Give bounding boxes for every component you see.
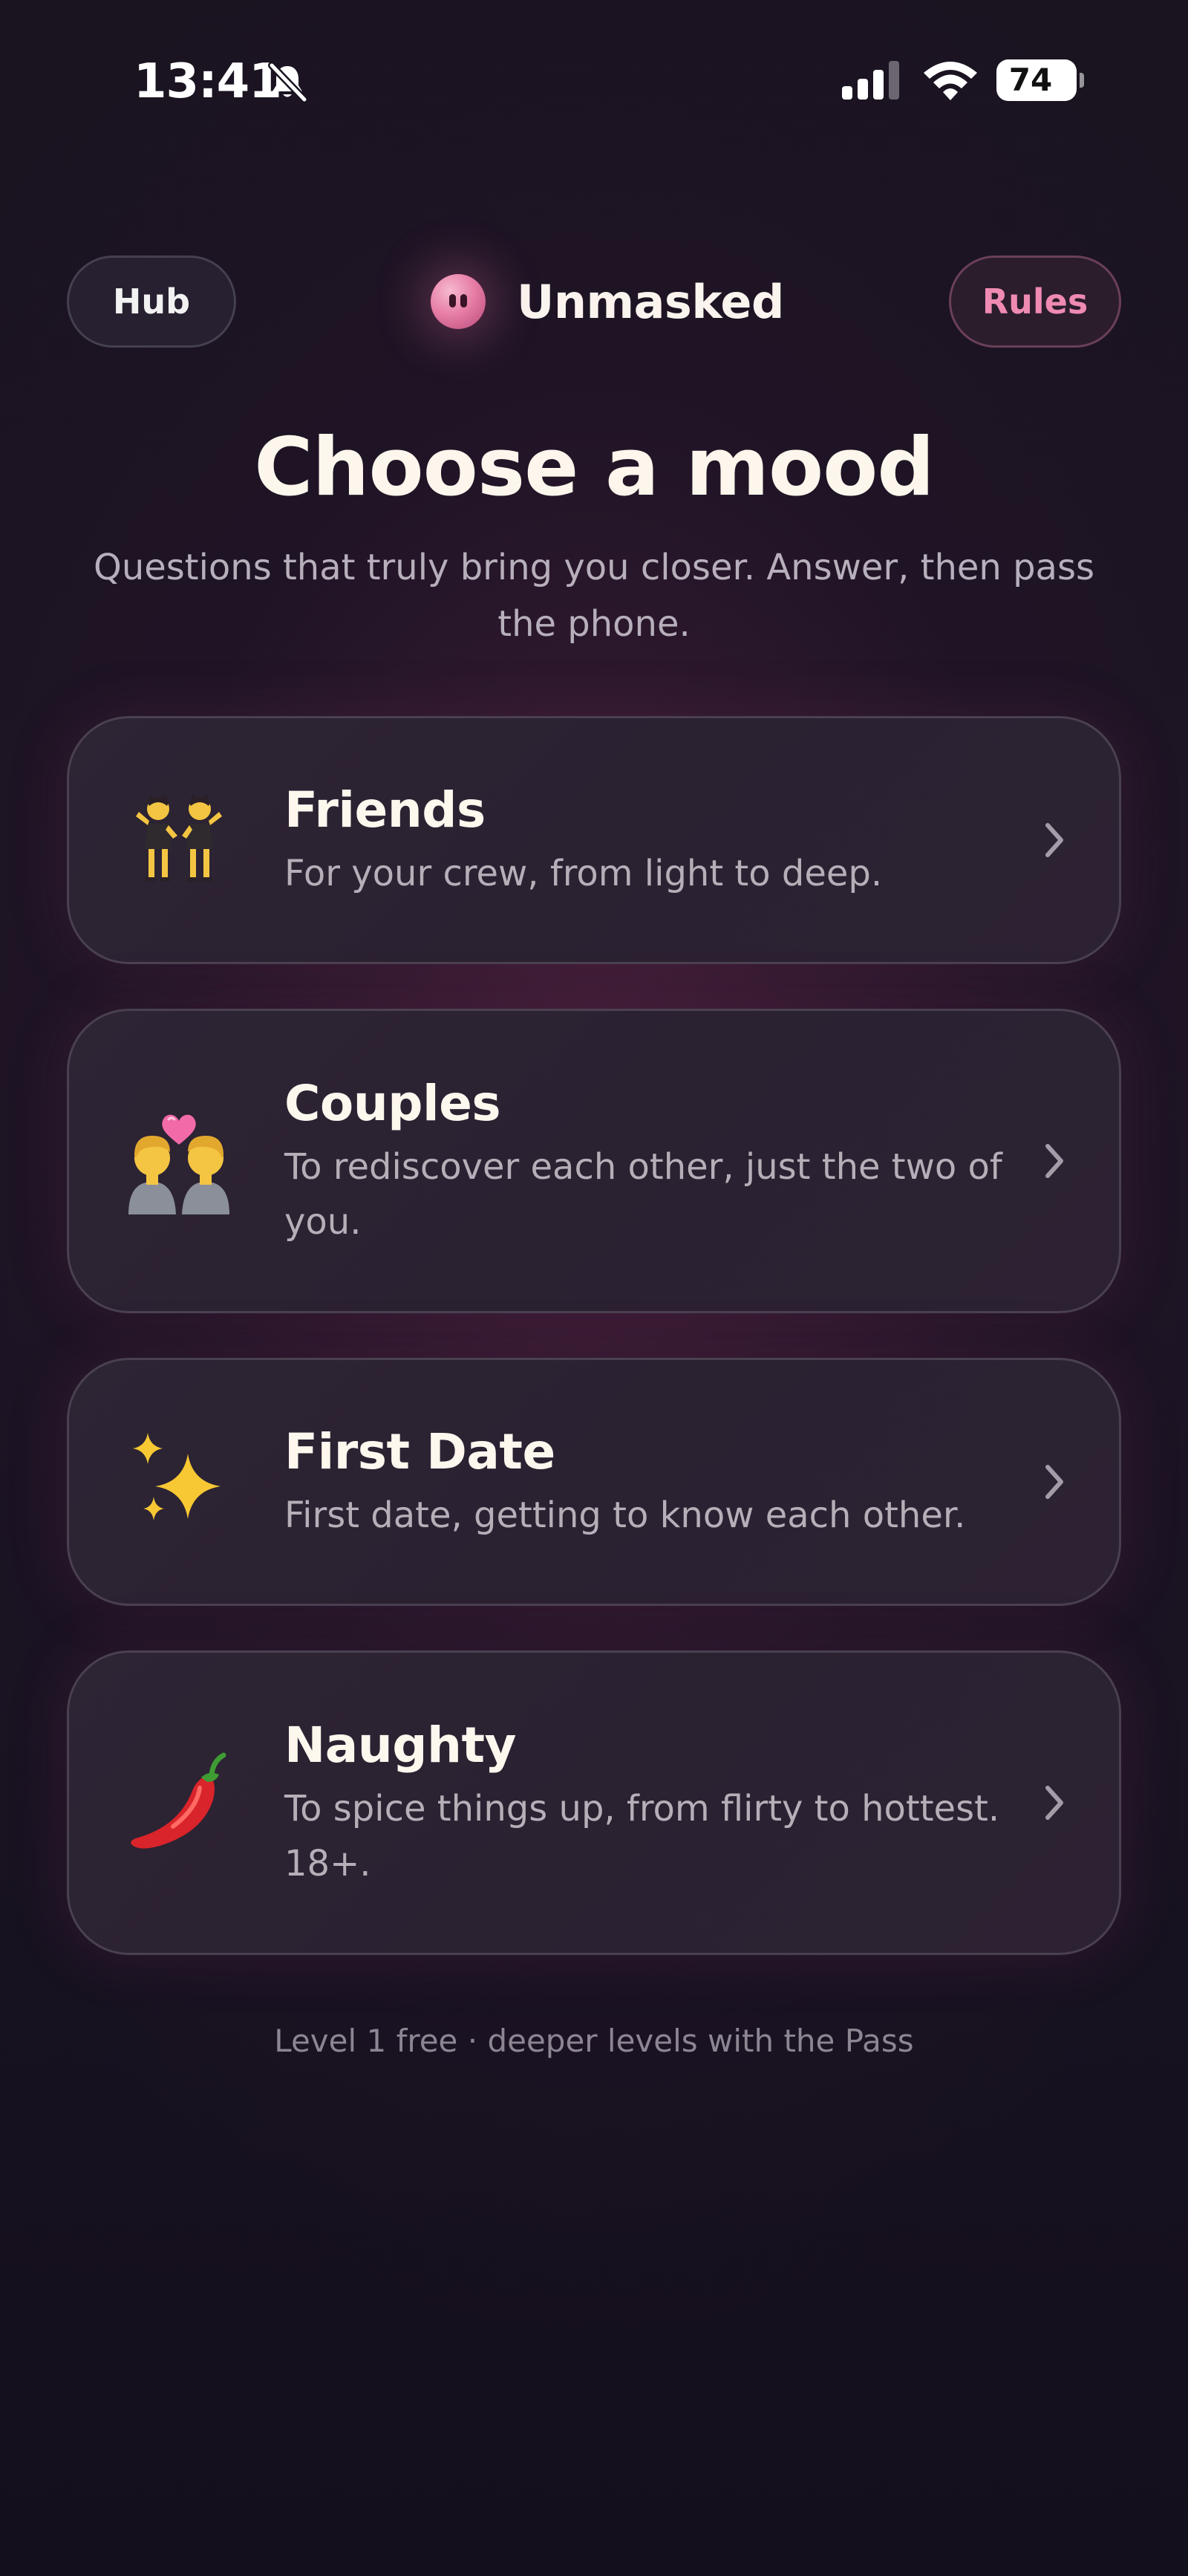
rules-button[interactable]: Rules: [949, 256, 1121, 348]
brand: Unmasked: [431, 267, 784, 336]
chevron-right-icon: [1045, 1786, 1063, 1820]
battery-level: 74: [1008, 62, 1053, 98]
mood-description: To rediscover each other, just the two o…: [284, 1146, 1002, 1243]
brand-logo-icon: [431, 274, 486, 329]
mood-description: For your crew, from light to deep.: [284, 853, 883, 894]
chevron-right-icon: [1045, 1144, 1063, 1178]
page-title: Choose a mood: [254, 421, 934, 514]
mood-card-friends[interactable]: Friends For your crew, from light to dee…: [67, 716, 1121, 964]
mood-description: To spice things up, from flirty to hotte…: [284, 1788, 1000, 1884]
wifi-icon: [924, 62, 977, 100]
bell-slash-icon: [268, 62, 308, 103]
chili-pepper-icon: [131, 1752, 226, 1849]
page-subtitle: Questions that truly bring you closer. A…: [94, 547, 1094, 645]
chevron-right-icon: [1045, 823, 1063, 857]
mood-title: Friends: [284, 781, 486, 839]
cellular-signal-icon: [842, 61, 899, 100]
couple-with-heart-icon: [128, 1114, 229, 1214]
mood-description: First date, getting to know each other.: [284, 1494, 966, 1536]
mood-card-naughty[interactable]: Naughty To spice things up, from flirty …: [67, 1650, 1121, 1955]
mood-card-couples[interactable]: Couples To rediscover each other, just t…: [67, 1009, 1121, 1313]
mood-title: First Date: [284, 1423, 555, 1480]
mood-title: Couples: [284, 1075, 501, 1132]
chevron-right-icon: [1045, 1465, 1063, 1499]
brand-name: Unmasked: [517, 274, 784, 329]
hub-button[interactable]: Hub: [67, 256, 236, 348]
footer-note: Level 1 free · deeper levels with the Pa…: [274, 2023, 914, 2059]
two-women-dancing-icon: [136, 794, 222, 882]
battery-icon: 74: [996, 59, 1084, 101]
mood-card-first-date[interactable]: First Date First date, getting to know e…: [67, 1358, 1121, 1606]
status-time: 13:41: [134, 54, 282, 109]
mood-title: Naughty: [284, 1717, 517, 1774]
sparkles-icon: [133, 1433, 221, 1520]
